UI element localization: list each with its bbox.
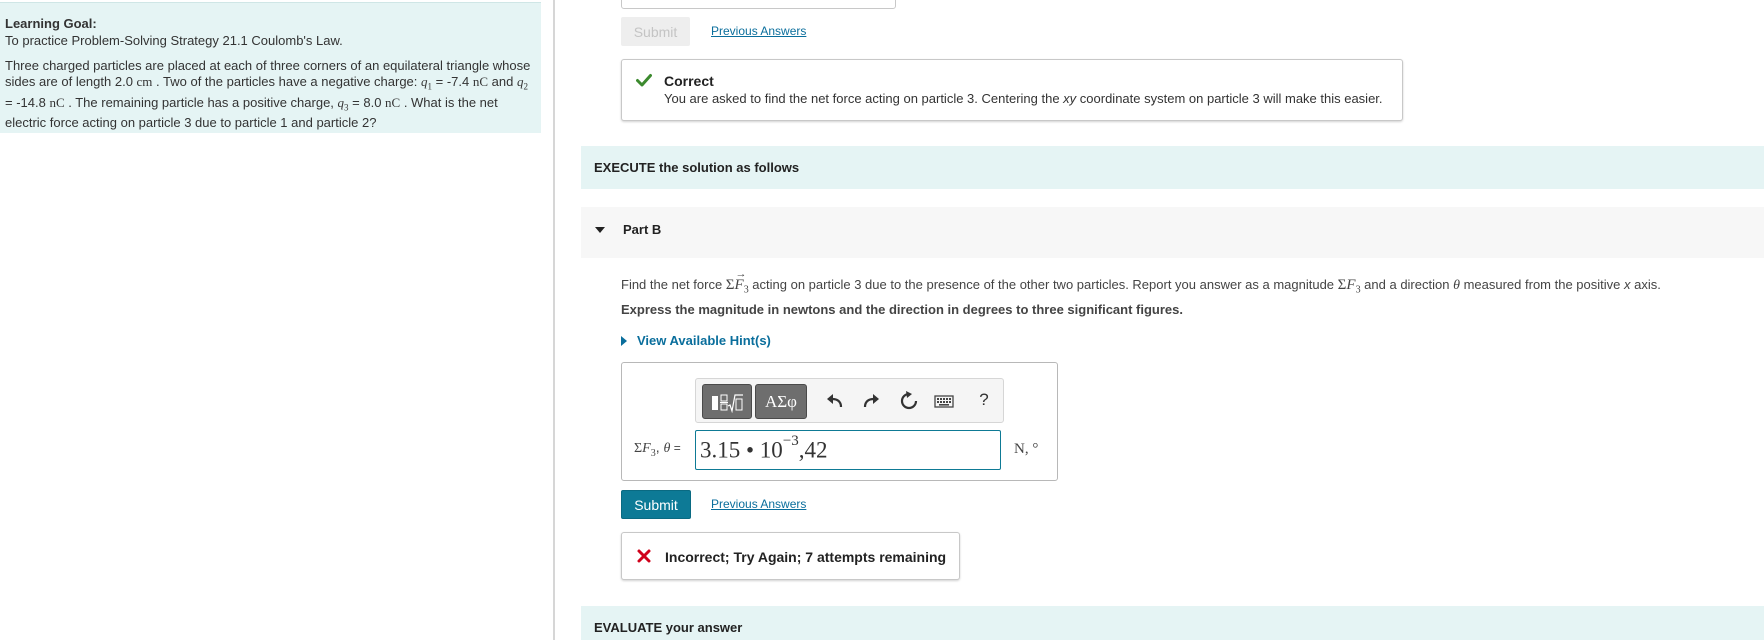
units-label: N, ° (1014, 441, 1039, 457)
answer-angle: ,42 (798, 437, 828, 463)
previous-answers-link[interactable]: Previous Answers (711, 24, 806, 38)
execute-section-header: EXECUTE the solution as follows (581, 146, 1764, 189)
view-hints-link[interactable]: View Available Hint(s) (637, 333, 771, 348)
templates-icon (712, 394, 743, 413)
force-symbol-2: F (1346, 277, 1356, 293)
question-text-d: measured from the positive (1459, 277, 1624, 292)
answer-label: ΣF3, θ = (634, 439, 681, 459)
q2-value: = -14.8 (5, 94, 50, 110)
submit-button-disabled[interactable]: Submit (621, 17, 690, 46)
question-text-a: Find the net force (621, 277, 726, 292)
question-text-c: and a direction (1360, 277, 1454, 292)
q2-subscript: 2 (523, 81, 528, 92)
redo-icon[interactable] (861, 391, 881, 411)
part-b-header[interactable]: Part B (581, 207, 1764, 258)
keyboard-icon[interactable] (934, 391, 954, 411)
correct-msg-xy: xy (1063, 91, 1077, 106)
correct-message: You are asked to find the net force acti… (664, 91, 1383, 106)
undo-icon[interactable] (825, 391, 845, 411)
correct-msg-b: coordinate system on particle 3 will mak… (1076, 91, 1383, 106)
part-b-label: Part B (623, 222, 662, 237)
learning-goal-panel: Learning Goal: To practice Problem-Solvi… (0, 2, 541, 133)
hint-toggle[interactable]: View Available Hint(s) (621, 333, 771, 348)
correct-title: Correct (664, 73, 714, 89)
answer-label-comma: , (655, 439, 664, 455)
hint-caret-icon[interactable] (621, 335, 627, 346)
evaluate-heading: EVALUATE your answer (594, 620, 743, 635)
x-icon (637, 549, 651, 563)
correct-feedback: Correct You are asked to find the net fo… (621, 59, 1403, 121)
part-b-instruction: Express the magnitude in newtons and the… (621, 302, 1183, 317)
incorrect-message: Incorrect; Try Again; 7 attempts remaini… (665, 549, 947, 565)
templates-button[interactable] (702, 384, 752, 419)
answer-entry-box: ΑΣφ ? ΣF3, θ = 3.15 • 10−3,42 N, ° (621, 362, 1058, 481)
incorrect-feedback: Incorrect; Try Again; 7 attempts remaini… (621, 532, 960, 580)
learning-goal-title: Learning Goal: (5, 16, 97, 31)
unit-nc-3: nC (385, 94, 401, 110)
problem-text-2: . Two of the particles have a negative c… (152, 74, 422, 89)
submit-button[interactable]: Submit (621, 490, 691, 519)
problem-text-3: . The remaining particle has a positive … (64, 94, 338, 110)
reset-icon[interactable] (899, 391, 919, 411)
unit-nc-2: nC (49, 94, 65, 110)
answer-label-equals: = (670, 441, 681, 455)
answer-label-force: F (642, 441, 651, 456)
greek-symbols-button[interactable]: ΑΣφ (755, 384, 807, 419)
force-vector-symbol: → F (735, 268, 747, 293)
part-b-question: Find the net force Σ → F3 acting on partic… (621, 268, 1661, 296)
panel-divider[interactable] (553, 0, 555, 640)
answer-input[interactable]: 3.15 • 10−3,42 (695, 430, 1001, 470)
check-icon (636, 74, 652, 87)
evaluate-section-header: EVALUATE your answer (581, 606, 1764, 640)
q3-value: = 8.0 (348, 94, 386, 110)
learning-goal-subtitle: To practice Problem-Solving Strategy 21.… (5, 33, 343, 48)
previous-answer-input[interactable] (621, 0, 896, 9)
unit-cm: cm (136, 74, 153, 89)
answer-mantissa: 3.15 • 10 (700, 437, 783, 463)
help-icon[interactable]: ? (976, 390, 992, 410)
correct-msg-a: You are asked to find the net force acti… (664, 91, 1064, 106)
question-text-b: acting on particle 3 due to the presence… (748, 277, 1338, 292)
collapse-caret-icon[interactable] (595, 227, 605, 233)
execute-heading: EXECUTE the solution as follows (594, 160, 800, 175)
previous-answers-link[interactable]: Previous Answers (711, 497, 806, 511)
theta-symbol: θ (1453, 278, 1460, 293)
vector-arrow-icon: → (735, 268, 747, 280)
answer-exponent: −3 (782, 433, 799, 449)
math-toolbar: ΑΣφ ? (695, 378, 1004, 423)
q1-value: = -7.4 (432, 74, 473, 89)
problem-statement: Three charged particles are placed at ea… (5, 58, 535, 131)
unit-nc-1: nC (472, 74, 489, 89)
sigma-symbol: Σ (725, 277, 735, 293)
problem-text-and: and (488, 74, 517, 89)
question-text-e: axis. (1630, 277, 1661, 292)
answer-label-sigma: Σ (634, 441, 643, 456)
